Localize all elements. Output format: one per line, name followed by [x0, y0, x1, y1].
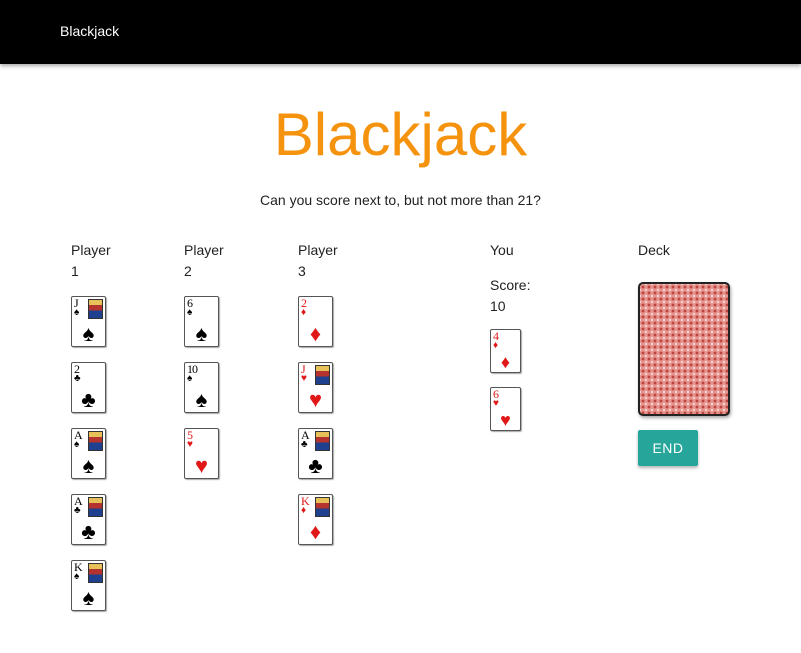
card-suit-icon: ♥	[308, 387, 323, 412]
playing-card: J ♠ ♠	[71, 296, 106, 347]
deck-column: Deck END	[638, 240, 730, 466]
card-suit-icon: ♥	[500, 410, 511, 430]
card-suit-small-icon: ♦	[493, 340, 499, 351]
player-3-label-line1: Player	[298, 242, 338, 258]
you-label: You	[490, 242, 514, 258]
page-title: Blackjack	[273, 101, 528, 168]
player-2-label-line2: 2	[184, 263, 192, 279]
card-suit-icon: ♠	[82, 321, 95, 346]
player-2-column: Player 2 6 ♠ ♠ 10 ♠ ♠ 5 ♥ ♥	[184, 240, 224, 479]
court-figure-icon	[315, 365, 330, 385]
card-suit-small-icon: ♠	[187, 307, 193, 318]
court-figure-icon	[88, 563, 103, 583]
app-bar: Blackjack	[0, 0, 801, 64]
card-suit-small-icon: ♠	[187, 373, 193, 384]
player-1-label-line1: Player	[71, 242, 111, 258]
player-2-label: Player 2	[184, 240, 224, 282]
card-suit-small-icon: ♠	[74, 307, 80, 318]
card-suit-small-icon: ♥	[187, 439, 193, 450]
playing-card: 10 ♠ ♠	[184, 362, 219, 413]
deck-label: Deck	[638, 242, 670, 258]
playing-card: A ♣ ♣	[298, 428, 333, 479]
playing-card: K ♠ ♠	[71, 560, 106, 611]
card-suit-icon: ♠	[82, 585, 95, 610]
playing-card: 6 ♥ ♥	[490, 387, 521, 431]
playing-card: A ♣ ♣	[71, 494, 106, 545]
card-suit-icon: ♣	[81, 387, 96, 412]
player-1-label-line2: 1	[71, 263, 79, 279]
card-suit-icon: ♦	[309, 519, 322, 544]
card-back-icon[interactable]	[638, 282, 730, 416]
card-suit-icon: ♣	[308, 453, 323, 478]
card-suit-icon: ♦	[500, 352, 511, 372]
card-suit-icon: ♠	[195, 387, 208, 412]
score-label: Score:	[490, 277, 531, 293]
page-subtitle: Can you score next to, but not more than…	[260, 192, 541, 208]
player-3-column: Player 3 2 ♦ ♦ J ♥ ♥ A ♣ ♣ K ♦ ♦	[298, 240, 338, 545]
court-figure-icon	[88, 299, 103, 319]
court-figure-icon	[315, 431, 330, 451]
card-suit-icon: ♣	[81, 519, 96, 544]
card-suit-icon: ♦	[309, 321, 322, 346]
score-block: Score: 10	[490, 275, 530, 317]
playing-card: 4 ♦ ♦	[490, 329, 521, 373]
score-value: 10	[490, 298, 506, 314]
card-suit-small-icon: ♠	[74, 439, 80, 450]
court-figure-icon	[88, 497, 103, 517]
playing-card: 2 ♣ ♣	[71, 362, 106, 413]
playing-card: K ♦ ♦	[298, 494, 333, 545]
player-3-label-line2: 3	[298, 263, 306, 279]
card-suit-small-icon: ♣	[74, 505, 81, 516]
playing-card: A ♠ ♠	[71, 428, 106, 479]
end-button[interactable]: END	[638, 430, 698, 466]
player-3-label: Player 3	[298, 240, 338, 282]
court-figure-icon	[315, 497, 330, 517]
playing-card: 5 ♥ ♥	[184, 428, 219, 479]
card-suit-small-icon: ♦	[301, 307, 307, 318]
you-column: You Score: 10 4 ♦ ♦ 6 ♥ ♥	[490, 240, 530, 431]
playing-card: 2 ♦ ♦	[298, 296, 333, 347]
player-1-column: Player 1 J ♠ ♠ 2 ♣ ♣ A ♠ ♠ A ♣ ♣ K ♠ ♠	[71, 240, 111, 611]
playing-card: J ♥ ♥	[298, 362, 333, 413]
app-bar-title[interactable]: Blackjack	[60, 23, 119, 39]
card-suit-icon: ♠	[82, 453, 95, 478]
playing-card: 6 ♠ ♠	[184, 296, 219, 347]
player-2-label-line1: Player	[184, 242, 224, 258]
card-suit-small-icon: ♣	[301, 439, 308, 450]
card-suit-icon: ♠	[195, 321, 208, 346]
card-suit-small-icon: ♥	[301, 373, 307, 384]
card-suit-small-icon: ♣	[74, 373, 81, 384]
player-1-label: Player 1	[71, 240, 111, 282]
card-suit-small-icon: ♠	[74, 571, 80, 582]
card-suit-small-icon: ♥	[493, 398, 499, 409]
card-suit-small-icon: ♦	[301, 505, 307, 516]
court-figure-icon	[88, 431, 103, 451]
card-suit-icon: ♥	[194, 453, 209, 478]
